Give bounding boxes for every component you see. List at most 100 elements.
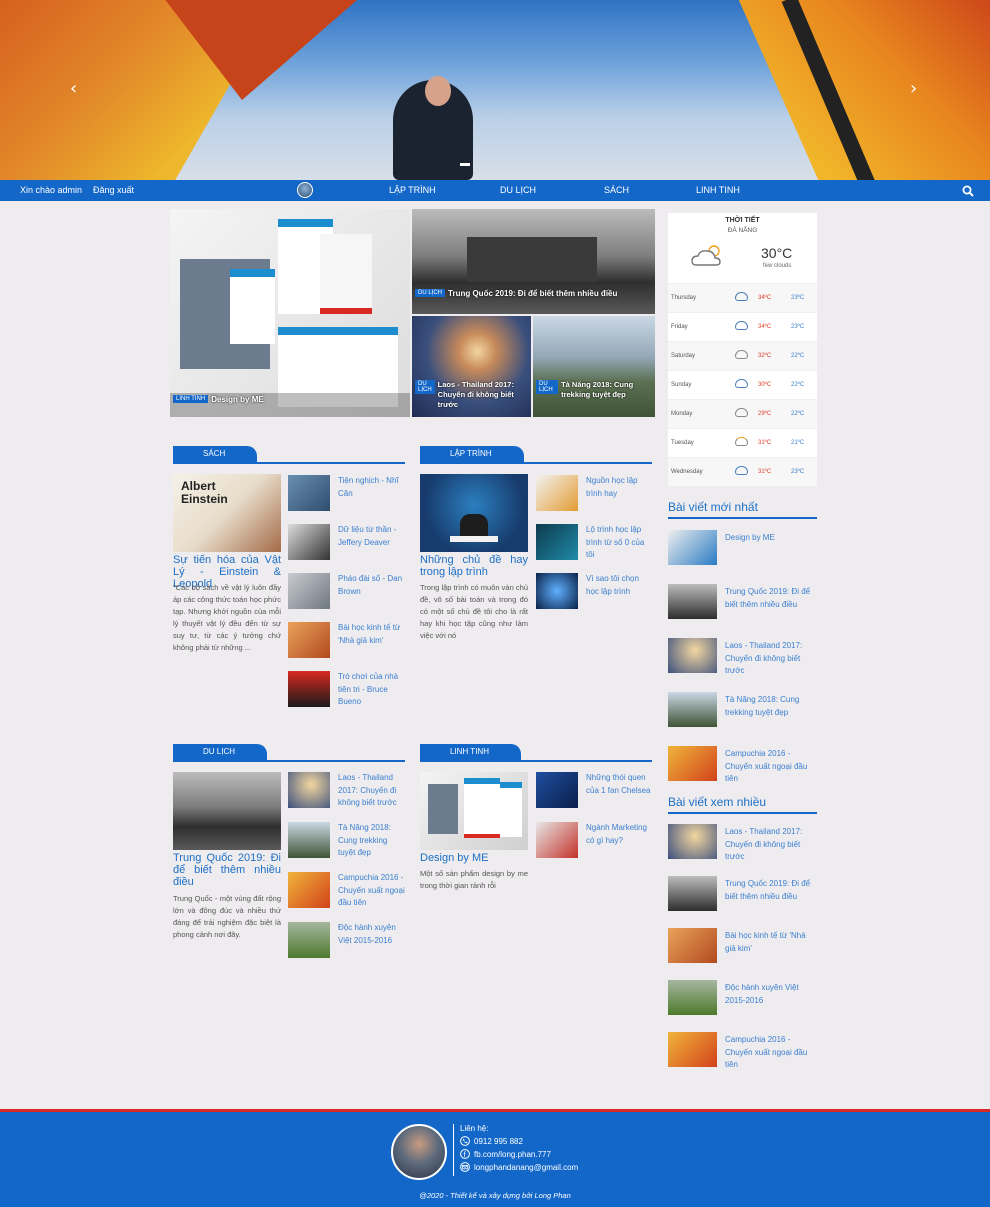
sidebar-post-item[interactable]: Trung Quốc 2019: Đi để biết thêm nhiều đ…: [668, 876, 817, 911]
post-title[interactable]: Laos - Thailand 2017: Chuyến đi không bi…: [725, 826, 817, 864]
post-thumb[interactable]: [668, 746, 717, 781]
post-title[interactable]: Trung Quốc 2019: Đi để biết thêm nhiều đ…: [725, 586, 817, 619]
email-text[interactable]: longphandanang@gmail.com: [474, 1163, 578, 1172]
list-title[interactable]: Dữ liệu từ thần - Jeffery Deaver: [338, 524, 406, 560]
section-main-image[interactable]: [420, 474, 528, 552]
search-icon[interactable]: [962, 185, 974, 197]
list-title[interactable]: Laos - Thailand 2017: Chuyến đi không bi…: [338, 772, 406, 810]
section-label[interactable]: SÁCH: [173, 446, 258, 462]
list-item[interactable]: Tiện nghịch - Nhĩ Căn: [288, 475, 406, 511]
featured-title[interactable]: Tà Năng 2018: Cung trekking tuyệt đẹp: [561, 380, 654, 400]
section-main-image[interactable]: [173, 772, 281, 850]
list-title[interactable]: Nguồn học lập trình hay: [586, 475, 654, 511]
section-label[interactable]: DU LỊCH: [173, 744, 268, 760]
list-title[interactable]: Bài học kinh tế từ 'Nhà giả kim': [338, 622, 406, 658]
section-main-image[interactable]: Albert Einstein: [173, 474, 281, 552]
list-item[interactable]: Lộ trình học lập trình từ số 0 của tôi: [536, 524, 654, 562]
contact-facebook[interactable]: f fb.com/long.phan.777: [460, 1149, 551, 1159]
post-thumb[interactable]: [668, 980, 717, 1015]
sidebar-post-item[interactable]: Laos - Thailand 2017: Chuyến đi không bi…: [668, 638, 817, 678]
post-title[interactable]: Tà Năng 2018: Cung trekking tuyệt đẹp: [725, 694, 817, 727]
list-item[interactable]: Campuchia 2016 - Chuyến xuất ngoại đầu t…: [288, 872, 406, 910]
slider-indicator[interactable]: [460, 163, 470, 166]
post-title[interactable]: Laos - Thailand 2017: Chuyến đi không bi…: [725, 640, 817, 678]
sidebar-post-item[interactable]: Campuchia 2016 - Chuyến xuất ngoại đầu t…: [668, 746, 817, 786]
post-thumb[interactable]: [668, 876, 717, 911]
list-item[interactable]: Pháo đài số - Dan Brown: [288, 573, 406, 609]
list-title[interactable]: Trò chơi của nhà tiên tri - Bruce Bueno: [338, 671, 406, 709]
featured-title[interactable]: Laos - Thailand 2017: Chuyến đi không bi…: [438, 380, 531, 410]
phone-text[interactable]: 0912 995 882: [474, 1137, 523, 1146]
section-main-image[interactable]: [420, 772, 528, 850]
category-tag[interactable]: LINH TINH: [173, 395, 209, 403]
post-title[interactable]: Campuchia 2016 - Chuyến xuất ngoại đầu t…: [725, 748, 817, 786]
sidebar-post-item[interactable]: Trung Quốc 2019: Đi để biết thêm nhiều đ…: [668, 584, 817, 619]
post-title[interactable]: Campuchia 2016 - Chuyến xuất ngoại đầu t…: [725, 1034, 817, 1072]
sidebar-post-item[interactable]: Bài học kinh tế từ 'Nhà giả kim': [668, 928, 817, 963]
section-main-title[interactable]: Design by ME: [420, 852, 528, 864]
list-title[interactable]: Lộ trình học lập trình từ số 0 của tôi: [586, 524, 654, 562]
sidebar-post-item[interactable]: Độc hành xuyên Việt 2015-2016: [668, 980, 817, 1015]
list-item[interactable]: Độc hành xuyên Việt 2015-2016: [288, 922, 406, 958]
section-label[interactable]: LINH TINH: [420, 744, 521, 760]
nav-item-lap-trinh[interactable]: LẬP TRÌNH: [389, 185, 436, 195]
facebook-text[interactable]: fb.com/long.phan.777: [474, 1150, 551, 1159]
forecast-day: Tuesday: [671, 440, 694, 446]
list-item[interactable]: Laos - Thailand 2017: Chuyến đi không bi…: [288, 772, 406, 810]
slider-next-arrow-icon[interactable]: ›: [910, 78, 917, 99]
sidebar-post-item[interactable]: Design by ME: [668, 530, 817, 565]
list-item[interactable]: Dữ liệu từ thần - Jeffery Deaver: [288, 524, 406, 560]
nav-item-linh-tinh[interactable]: LINH TINH: [696, 185, 740, 195]
post-thumb[interactable]: [668, 824, 717, 859]
list-title[interactable]: Những thói quen của 1 fan Chelsea: [586, 772, 654, 808]
list-item[interactable]: Những thói quen của 1 fan Chelsea: [536, 772, 654, 808]
list-title[interactable]: Tà Năng 2018: Cung trekking tuyệt đẹp: [338, 822, 406, 860]
post-thumb[interactable]: [668, 692, 717, 727]
list-title[interactable]: Campuchia 2016 - Chuyến xuất ngoại đầu t…: [338, 872, 406, 910]
post-thumb[interactable]: [668, 928, 717, 963]
list-thumb: [536, 772, 578, 808]
featured-tile-laos[interactable]: DU LỊCH Laos - Thailand 2017: Chuyến đi k…: [412, 316, 531, 417]
list-item[interactable]: Bài học kinh tế từ 'Nhà giả kim': [288, 622, 406, 658]
sidebar-post-item[interactable]: Campuchia 2016 - Chuyến xuất ngoại đầu t…: [668, 1032, 817, 1072]
post-thumb[interactable]: [668, 584, 717, 619]
nav-item-du-lich[interactable]: DU LỊCH: [500, 185, 536, 195]
site-logo[interactable]: [297, 182, 313, 198]
post-thumb[interactable]: [668, 1032, 717, 1067]
featured-title[interactable]: Trung Quốc 2019: Đi để biết thêm nhiều đ…: [448, 289, 617, 298]
featured-tile-china[interactable]: DU LỊCH Trung Quốc 2019: Đi để biết thêm …: [412, 209, 655, 314]
contact-phone[interactable]: 0912 995 882: [460, 1136, 523, 1146]
list-item[interactable]: Vì sao tôi chọn học lập trình: [536, 573, 654, 609]
contact-email[interactable]: longphandanang@gmail.com: [460, 1162, 578, 1172]
section-label[interactable]: LẬP TRÌNH: [420, 446, 524, 462]
list-title[interactable]: Ngành Marketing có gì hay?: [586, 822, 654, 858]
section-main-title[interactable]: Trung Quốc 2019: Đi để biết thêm nhiều đ…: [173, 852, 281, 888]
list-title[interactable]: Vì sao tôi chọn học lập trình: [586, 573, 654, 609]
post-title[interactable]: Độc hành xuyên Việt 2015-2016: [725, 982, 817, 1015]
featured-tile-design[interactable]: LINH TINH Design by ME: [170, 209, 410, 417]
nav-item-sach[interactable]: SÁCH: [604, 185, 629, 195]
list-title[interactable]: Tiện nghịch - Nhĩ Căn: [338, 475, 406, 511]
logout-link[interactable]: Đăng xuất: [93, 185, 134, 195]
list-title[interactable]: Pháo đài số - Dan Brown: [338, 573, 406, 609]
list-item[interactable]: Trò chơi của nhà tiên tri - Bruce Bueno: [288, 671, 406, 709]
post-thumb[interactable]: [668, 638, 717, 673]
category-tag[interactable]: DU LỊCH: [415, 289, 446, 297]
greeting-link[interactable]: Xin chào admin: [20, 185, 82, 195]
post-title[interactable]: Design by ME: [725, 532, 775, 565]
list-title[interactable]: Độc hành xuyên Việt 2015-2016: [338, 922, 406, 958]
sidebar-post-item[interactable]: Tà Năng 2018: Cung trekking tuyệt đẹp: [668, 692, 817, 727]
slider-prev-arrow-icon[interactable]: ‹: [70, 78, 77, 99]
featured-title[interactable]: Design by ME: [211, 395, 263, 404]
sidebar-post-item[interactable]: Laos - Thailand 2017: Chuyến đi không bi…: [668, 824, 817, 864]
list-item[interactable]: Ngành Marketing có gì hay?: [536, 822, 654, 858]
featured-tile-ta-nang[interactable]: DU LỊCH Tà Năng 2018: Cung trekking tuyệt…: [533, 316, 655, 417]
list-item[interactable]: Tà Năng 2018: Cung trekking tuyệt đẹp: [288, 822, 406, 860]
category-tag[interactable]: DU LỊCH: [415, 380, 435, 394]
post-title[interactable]: Bài học kinh tế từ 'Nhà giả kim': [725, 930, 817, 963]
list-item[interactable]: Nguồn học lập trình hay: [536, 475, 654, 511]
post-thumb[interactable]: [668, 530, 717, 565]
post-title[interactable]: Trung Quốc 2019: Đi để biết thêm nhiều đ…: [725, 878, 817, 911]
category-tag[interactable]: DU LỊCH: [536, 380, 559, 394]
section-main-title[interactable]: Những chủ đề hay trong lập trình: [420, 554, 528, 578]
